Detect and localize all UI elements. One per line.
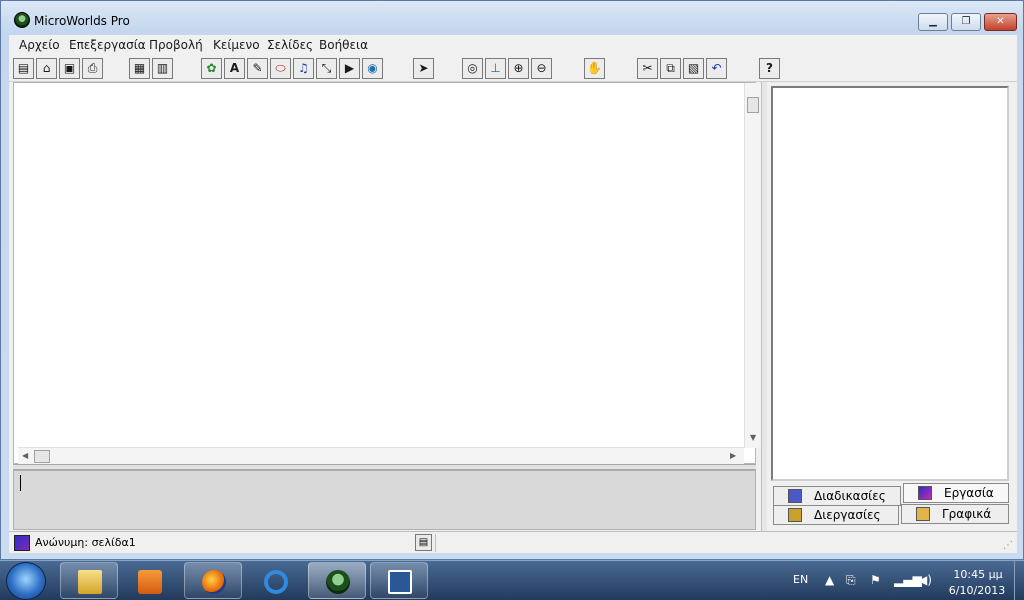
page-canvas[interactable]: ▼ ◀ ▶ [13,82,761,465]
tab-processes-label: Διεργασίες [814,508,881,522]
tab-graphics[interactable]: Γραφικά [901,504,1009,524]
microworlds-app-icon[interactable] [14,12,30,28]
eye-icon[interactable]: ◎ [462,58,483,79]
command-center[interactable] [13,470,756,530]
internet-explorer-icon[interactable] [246,562,304,599]
tab-project-label: Εργασία [944,486,994,500]
language-indicator[interactable]: EN [793,573,808,586]
menu-text[interactable]: Κείμενο [213,38,260,52]
graphics-icon [916,507,930,521]
menu-edit[interactable]: Επεξεργασία [69,38,146,52]
stamp-icon[interactable]: ⊥ [485,58,506,79]
tray-expand-icon[interactable]: ▲ [825,573,834,587]
text-box-icon[interactable]: A [224,58,245,79]
tab-project[interactable]: Εργασία [903,483,1009,503]
globe-icon[interactable]: ◉ [362,58,383,79]
action-center-flag-icon[interactable]: ⚑ [870,573,881,587]
show-desktop-button[interactable] [1014,561,1024,600]
new-project-icon[interactable]: ▤ [13,58,34,79]
scroll-down-arrow-icon[interactable]: ▼ [750,433,756,442]
menu-view[interactable]: Προβολή [149,38,203,52]
undo-icon[interactable]: ↶ [706,58,727,79]
resize-grip-icon[interactable]: ⋰ [1003,540,1013,551]
project-tree-panel[interactable] [771,86,1009,481]
presentation-mode-icon[interactable]: ▦ [129,58,150,79]
status-bar: Ανώνυμη: σελίδα1 ▤ ⋰ [9,531,1017,553]
stop-icon[interactable]: ✋ [584,58,605,79]
tab-procedures[interactable]: Διαδικασίες [773,486,901,506]
app-window: MicroWorlds Pro ▁ ❐ ✕ Αρχείο Επεξεργασία… [0,0,1024,560]
word-icon[interactable] [370,562,428,599]
microworlds-icon[interactable] [308,562,366,599]
procedures-icon [788,489,802,503]
window-title: MicroWorlds Pro [34,14,130,28]
text-cursor [20,475,21,491]
tab-procedures-label: Διαδικασίες [814,489,886,503]
slider-icon[interactable]: ⤡ [316,58,337,79]
horizontal-scrollbar[interactable]: ◀ ▶ [18,447,744,465]
movie-icon[interactable]: ▶ [339,58,360,79]
start-button[interactable] [6,562,46,600]
clock-date[interactable]: 6/10/2013 [945,584,1009,597]
save-icon[interactable]: ▣ [59,58,80,79]
tab-graphics-label: Γραφικά [942,507,992,521]
paste-icon[interactable]: ▧ [683,58,704,79]
cut-icon[interactable]: ✂ [637,58,658,79]
page-status-icon [14,535,30,551]
scroll-left-arrow-icon[interactable]: ◀ [22,451,28,460]
normal-mode-icon[interactable]: ▥ [152,58,173,79]
horizontal-scroll-thumb[interactable] [34,450,50,463]
explorer-icon[interactable] [60,562,118,599]
menu-pages[interactable]: Σελίδες [267,38,313,52]
menu-help[interactable]: Βοήθεια [319,38,368,52]
taskbar: EN ▲ ⎘ ⚑ ▂▄▆ ◀) 10:45 μμ 6/10/2013 [0,560,1024,600]
panel-divider[interactable] [761,82,767,531]
vertical-scroll-thumb[interactable] [747,97,759,113]
vertical-scrollbar[interactable]: ▼ [744,83,761,448]
music-icon[interactable]: ♫ [293,58,314,79]
pointer-icon[interactable]: ➤ [413,58,434,79]
open-folder-icon[interactable]: ⌂ [36,58,57,79]
clock-time[interactable]: 10:45 μμ [948,568,1008,581]
note-icon[interactable]: ▤ [415,534,432,551]
title-bar[interactable]: MicroWorlds Pro ▁ ❐ ✕ [1,1,1023,35]
close-button[interactable]: ✕ [984,13,1017,31]
project-icon [918,486,932,500]
menu-file[interactable]: Αρχείο [19,38,60,52]
help-icon[interactable]: ? [759,58,780,79]
media-player-icon[interactable] [120,562,178,599]
zoom-out-icon[interactable]: ⊖ [531,58,552,79]
copy-icon[interactable]: ⧉ [660,58,681,79]
menu-bar: Αρχείο Επεξεργασία Προβολή Κείμενο Σελίδ… [9,35,1017,55]
processes-icon [788,508,802,522]
device-icon[interactable]: ⎘ [846,573,856,588]
button-icon[interactable]: ⬭ [270,58,291,79]
firefox-icon[interactable] [184,562,242,599]
zoom-in-icon[interactable]: ⊕ [508,58,529,79]
minimize-button[interactable]: ▁ [918,13,948,31]
client-area: ▼ ◀ ▶ Διαδικασίες Εργασία Διεργασίες Γρα… [9,82,1017,531]
maximize-button[interactable]: ❐ [951,13,981,31]
paint-icon[interactable]: ✎ [247,58,268,79]
volume-icon[interactable]: ◀) [918,573,932,587]
print-icon[interactable]: ⎙ [82,58,103,79]
turtle-icon[interactable]: ✿ [201,58,222,79]
status-separator [435,534,436,552]
status-text: Ανώνυμη: σελίδα1 [35,536,136,549]
scroll-right-arrow-icon[interactable]: ▶ [730,451,736,460]
toolbar: ▤ ⌂ ▣ ⎙ ▦ ▥ ✿ A ✎ ⬭ ♫ ⤡ ▶ ◉ ➤ ◎ ⊥ ⊕ ⊖ ✋ … [9,55,1017,82]
tab-processes[interactable]: Διεργασίες [773,505,899,525]
